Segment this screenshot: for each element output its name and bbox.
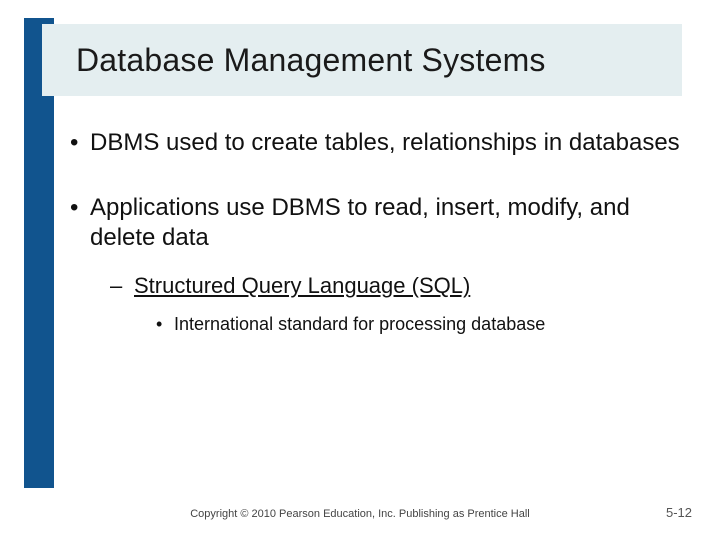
bullet-text: DBMS used to create tables, relationship… [90, 129, 680, 156]
sub2-bullet-item: International standard for processing da… [156, 313, 690, 336]
page-number: 5-12 [666, 505, 692, 520]
slide-title: Database Management Systems [76, 42, 546, 79]
title-band: Database Management Systems [42, 24, 682, 96]
sub-bullet-item: Structured Query Language (SQL) Internat… [110, 272, 690, 336]
bullet-item: Applications use DBMS to read, insert, m… [70, 193, 690, 336]
bullet-text: Applications use DBMS to read, insert, m… [90, 194, 630, 252]
bullet-item: DBMS used to create tables, relationship… [70, 128, 690, 159]
slide-content: DBMS used to create tables, relationship… [70, 128, 690, 370]
footer-copyright: Copyright © 2010 Pearson Education, Inc.… [0, 508, 720, 520]
sub-bullet-text: Structured Query Language (SQL) [134, 273, 470, 298]
sub2-bullet-text: International standard for processing da… [174, 314, 545, 334]
